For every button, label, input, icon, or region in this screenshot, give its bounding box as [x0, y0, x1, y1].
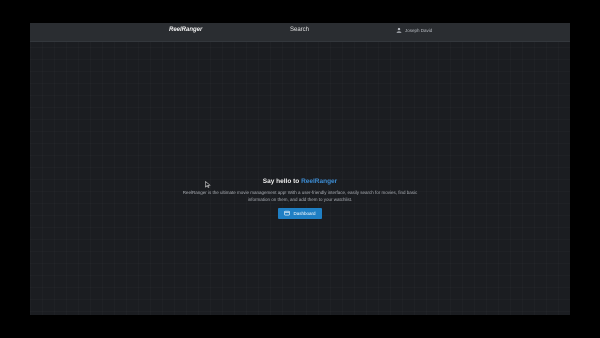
top-navbar: ReelRanger Search Joseph David: [30, 23, 570, 42]
user-avatar-icon: [396, 27, 402, 34]
brand-link[interactable]: ReelRanger: [169, 27, 202, 33]
mouse-cursor-icon: [205, 181, 211, 188]
user-name: Joseph David: [405, 28, 433, 33]
app-window: ReelRanger Search Joseph David Say hello…: [30, 23, 570, 315]
hero-headline: Say hello to ReelRanger: [30, 178, 570, 185]
hero-headline-prefix: Say hello to: [262, 178, 302, 185]
dashboard-icon: [284, 210, 291, 217]
nav-search-link[interactable]: Search: [290, 27, 309, 33]
hero-headline-brand: ReelRanger: [301, 178, 338, 185]
hero-section: Say hello to ReelRanger ReelRanger is th…: [30, 178, 570, 221]
dashboard-button-label: Dashboard: [293, 211, 316, 216]
user-menu[interactable]: Joseph David: [396, 27, 432, 34]
hero-description: ReelRanger is the ultimate movie managem…: [182, 190, 418, 202]
dashboard-button[interactable]: Dashboard: [278, 208, 322, 219]
